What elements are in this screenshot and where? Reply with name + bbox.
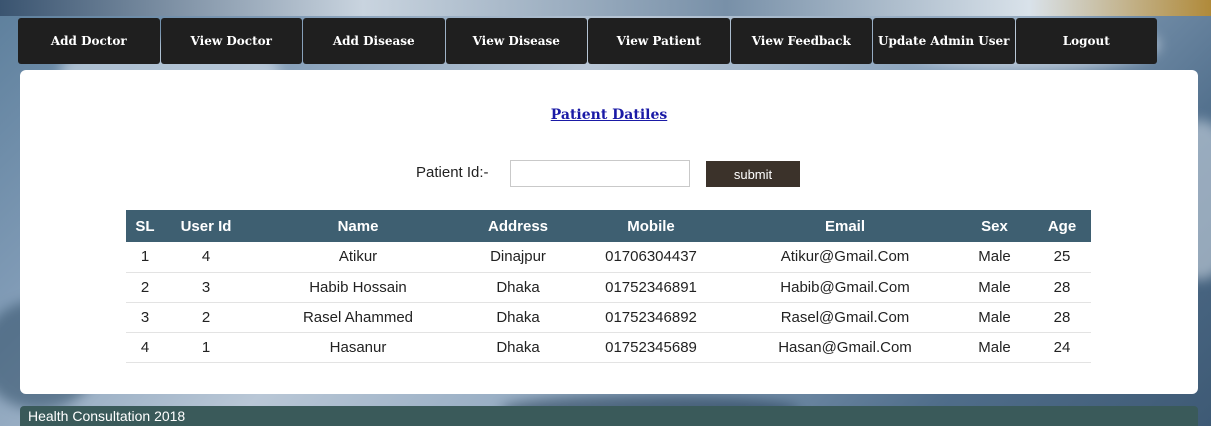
cell-user-id: 2 bbox=[164, 302, 248, 333]
nav-view-disease[interactable]: View Disease bbox=[445, 18, 587, 64]
column-header-sex: Sex bbox=[956, 210, 1033, 242]
table-header-row: SL User Id Name Address Mobile Email Sex… bbox=[126, 210, 1091, 242]
cell-mobile: 01706304437 bbox=[568, 242, 734, 273]
nav-logout[interactable]: Logout bbox=[1015, 18, 1157, 64]
cell-email: Rasel@Gmail.Com bbox=[734, 302, 956, 333]
nav-view-doctor[interactable]: View Doctor bbox=[160, 18, 302, 64]
cell-address: Dhaka bbox=[468, 302, 568, 333]
table-row: 4 1 Hasanur Dhaka 01752345689 Hasan@Gmai… bbox=[126, 332, 1091, 363]
submit-button[interactable]: submit bbox=[706, 161, 800, 187]
patient-search-form: Patient Id:- submit bbox=[20, 160, 1198, 188]
cell-sl: 2 bbox=[126, 272, 164, 303]
patient-id-label: Patient Id:- bbox=[416, 164, 489, 181]
table-row: 3 2 Rasel Ahammed Dhaka 01752346892 Rase… bbox=[126, 302, 1091, 333]
cell-sex: Male bbox=[956, 302, 1033, 333]
cell-sl: 1 bbox=[126, 242, 164, 273]
column-header-age: Age bbox=[1033, 210, 1091, 242]
footer-text: Health Consultation 2018 bbox=[28, 408, 186, 424]
cell-address: Dhaka bbox=[468, 332, 568, 363]
cell-user-id: 3 bbox=[164, 272, 248, 303]
cell-name: Habib Hossain bbox=[248, 272, 468, 303]
column-header-mobile: Mobile bbox=[568, 210, 734, 242]
cell-age: 25 bbox=[1033, 242, 1091, 273]
cell-mobile: 01752346891 bbox=[568, 272, 734, 303]
cell-sex: Male bbox=[956, 272, 1033, 303]
nav-add-doctor[interactable]: Add Doctor bbox=[18, 18, 160, 64]
column-header-address: Address bbox=[468, 210, 568, 242]
nav-update-admin-user[interactable]: Update Admin User bbox=[873, 18, 1015, 64]
column-header-sl: SL bbox=[126, 210, 164, 242]
nav-add-disease[interactable]: Add Disease bbox=[303, 18, 445, 64]
cell-address: Dhaka bbox=[468, 272, 568, 303]
cell-email: Hasan@Gmail.Com bbox=[734, 332, 956, 363]
cell-name: Rasel Ahammed bbox=[248, 302, 468, 333]
cell-email: Atikur@Gmail.Com bbox=[734, 242, 956, 273]
cell-age: 28 bbox=[1033, 272, 1091, 303]
admin-nav-bar: Add Doctor View Doctor Add Disease View … bbox=[18, 18, 1158, 64]
table-row: 1 4 Atikur Dinajpur 01706304437 Atikur@G… bbox=[126, 242, 1091, 273]
cell-address: Dinajpur bbox=[468, 242, 568, 273]
page-title[interactable]: Patient Datiles bbox=[20, 107, 1198, 123]
header-background-strip bbox=[0, 0, 1211, 16]
site-footer: Health Consultation 2018 bbox=[20, 406, 1198, 426]
cell-sex: Male bbox=[956, 242, 1033, 273]
cell-mobile: 01752346892 bbox=[568, 302, 734, 333]
column-header-email: Email bbox=[734, 210, 956, 242]
column-header-user-id: User Id bbox=[164, 210, 248, 242]
cell-email: Habib@Gmail.Com bbox=[734, 272, 956, 303]
table-row: 2 3 Habib Hossain Dhaka 01752346891 Habi… bbox=[126, 272, 1091, 303]
cell-sex: Male bbox=[956, 332, 1033, 363]
patient-id-input[interactable] bbox=[510, 160, 690, 187]
nav-view-feedback[interactable]: View Feedback bbox=[730, 18, 872, 64]
patient-table: SL User Id Name Address Mobile Email Sex… bbox=[126, 210, 1091, 363]
patient-details-panel: Patient Datiles Patient Id:- submit SL U… bbox=[20, 70, 1198, 394]
cell-name: Hasanur bbox=[248, 332, 468, 363]
cell-user-id: 4 bbox=[164, 242, 248, 273]
cell-sl: 4 bbox=[126, 332, 164, 363]
cell-age: 28 bbox=[1033, 302, 1091, 333]
cell-mobile: 01752345689 bbox=[568, 332, 734, 363]
cell-name: Atikur bbox=[248, 242, 468, 273]
cell-user-id: 1 bbox=[164, 332, 248, 363]
column-header-name: Name bbox=[248, 210, 468, 242]
cell-sl: 3 bbox=[126, 302, 164, 333]
nav-view-patient[interactable]: View Patient bbox=[588, 18, 730, 64]
cell-age: 24 bbox=[1033, 332, 1091, 363]
